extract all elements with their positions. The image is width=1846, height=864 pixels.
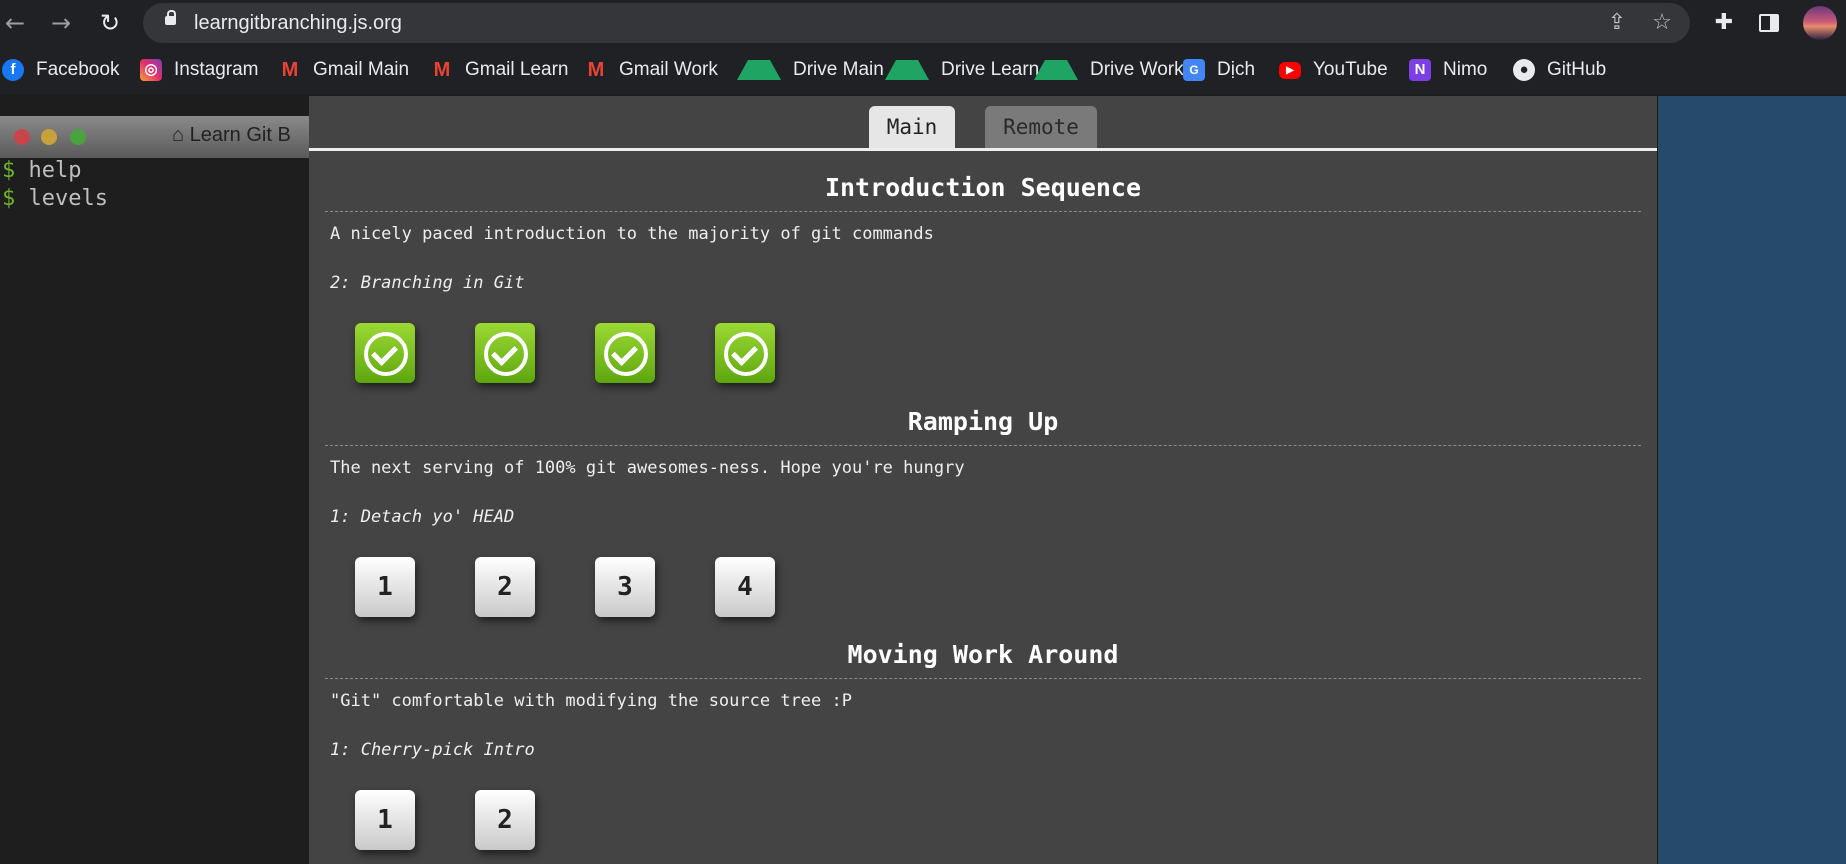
- terminal-titlebar: ⌂ Learn Git B: [0, 116, 320, 158]
- terminal-line: $ help: [2, 158, 81, 183]
- bookmark-dich[interactable]: G Dịch: [1183, 58, 1255, 82]
- minimize-dot-icon[interactable]: [41, 129, 57, 145]
- level-button-completed[interactable]: [715, 323, 775, 383]
- bookmark-nimo[interactable]: N Nimo: [1409, 58, 1487, 82]
- star-icon[interactable]: ☆: [1648, 9, 1676, 37]
- gmail-icon: M: [281, 59, 299, 81]
- gmail-icon: M: [587, 59, 605, 81]
- checkmark-icon: [364, 332, 408, 376]
- bookmark-label: Instagram: [174, 59, 259, 80]
- divider: [325, 211, 1641, 212]
- bookmark-label: Drive Learn: [941, 59, 1040, 80]
- browser-toolbar: ← → ↻ learngitbranching.js.org ⇪ ☆ ✚: [0, 0, 1846, 46]
- current-level-name: 1: Cherry-pick Intro: [330, 740, 535, 760]
- bookmark-label: Gmail Learn: [465, 59, 569, 80]
- page-viewport: ⌂ Learn Git B $ help $ levels Main Remot…: [0, 96, 1846, 864]
- checkmark-icon: [604, 332, 648, 376]
- divider: [325, 445, 1641, 446]
- level-button[interactable]: 1: [355, 790, 415, 850]
- command-text: levels: [28, 186, 108, 211]
- translate-icon: G: [1183, 59, 1205, 81]
- level-button[interactable]: 3: [595, 557, 655, 617]
- bookmark-label: Gmail Main: [313, 59, 410, 80]
- level-select-dialog: Main Remote Introduction Sequence A nice…: [309, 96, 1657, 864]
- nimo-icon: N: [1409, 59, 1431, 81]
- level-button-completed[interactable]: [475, 323, 535, 383]
- facebook-icon: f: [2, 59, 24, 81]
- bookmark-label: Nimo: [1443, 59, 1488, 80]
- maximize-dot-icon[interactable]: [70, 129, 86, 145]
- bookmark-label: YouTube: [1313, 59, 1388, 80]
- terminal-title: ⌂ Learn Git B: [172, 124, 291, 147]
- bookmark-label: GitHub: [1547, 59, 1607, 80]
- level-button-completed[interactable]: [355, 323, 415, 383]
- sequence-description: "Git" comfortable with modifying the sou…: [330, 691, 852, 711]
- sequence-title: Moving Work Around: [847, 640, 1119, 669]
- home-icon: ⌂: [172, 124, 185, 146]
- bookmark-facebook[interactable]: f Facebook: [2, 58, 119, 82]
- terminal-title-text: Learn Git B: [189, 124, 291, 146]
- sequence-title: Ramping Up: [907, 407, 1059, 436]
- bookmark-drive-main[interactable]: Drive Main: [737, 58, 884, 82]
- visualization-background: [1658, 96, 1846, 864]
- current-level-name: 1: Detach yo' HEAD: [330, 507, 515, 527]
- prompt-symbol: $: [2, 186, 16, 211]
- extensions-icon[interactable]: ✚: [1709, 8, 1739, 38]
- tab-divider: [309, 148, 1657, 151]
- level-button[interactable]: 1: [355, 557, 415, 617]
- bookmark-label: Dịch: [1217, 59, 1256, 80]
- sequence-description: The next serving of 100% git awesomes-ne…: [330, 458, 965, 478]
- checkmark-icon: [724, 332, 768, 376]
- reload-icon[interactable]: ↻: [95, 8, 125, 38]
- bookmark-gmail-main[interactable]: M Gmail Main: [279, 58, 409, 82]
- address-bar[interactable]: learngitbranching.js.org ⇪ ☆: [143, 3, 1690, 43]
- tab-main[interactable]: Main: [869, 106, 955, 148]
- forward-arrow-icon[interactable]: →: [46, 8, 76, 38]
- prompt-symbol: $: [2, 158, 16, 183]
- bookmark-youtube[interactable]: ▶ YouTube: [1279, 58, 1388, 82]
- bookmark-gmail-work[interactable]: M Gmail Work: [585, 58, 718, 82]
- level-button[interactable]: 2: [475, 557, 535, 617]
- bookmarks-bar: f Facebook ◎ Instagram M Gmail Main M Gm…: [0, 46, 1846, 94]
- instagram-icon: ◎: [140, 59, 162, 81]
- command-text: help: [28, 158, 82, 183]
- lock-icon: [165, 10, 176, 25]
- checkmark-icon: [484, 332, 528, 376]
- bookmark-drive-work[interactable]: Drive Work: [1034, 58, 1184, 82]
- bookmark-label: Drive Main: [793, 59, 884, 80]
- bookmark-label: Drive Work: [1090, 59, 1184, 80]
- github-icon: ●: [1513, 59, 1535, 81]
- gmail-icon: M: [433, 59, 451, 81]
- tab-remote[interactable]: Remote: [985, 106, 1097, 148]
- youtube-icon: ▶: [1279, 61, 1301, 79]
- drive-icon: [737, 60, 781, 80]
- level-button-completed[interactable]: [595, 323, 655, 383]
- terminal-line: $ levels: [2, 186, 108, 211]
- address-bar-url[interactable]: learngitbranching.js.org: [194, 12, 402, 35]
- current-level-name: 2: Branching in Git: [330, 273, 525, 293]
- terminal-body[interactable]: $ help $ levels: [0, 158, 320, 864]
- sequence-title: Introduction Sequence: [824, 173, 1142, 202]
- share-icon[interactable]: ⇪: [1603, 9, 1631, 37]
- drive-icon: [1034, 60, 1078, 80]
- level-button[interactable]: 4: [715, 557, 775, 617]
- bookmark-instagram[interactable]: ◎ Instagram: [140, 58, 258, 82]
- divider: [325, 678, 1641, 679]
- bookmark-drive-learn[interactable]: Drive Learn: [885, 58, 1039, 82]
- back-arrow-icon[interactable]: ←: [0, 8, 30, 38]
- close-dot-icon[interactable]: [14, 129, 30, 145]
- level-button[interactable]: 2: [475, 790, 535, 850]
- bookmark-gmail-learn[interactable]: M Gmail Learn: [431, 58, 569, 82]
- profile-avatar[interactable]: [1803, 6, 1837, 40]
- bookmark-label: Gmail Work: [619, 59, 718, 80]
- drive-icon: [885, 60, 929, 80]
- bookmark-label: Facebook: [36, 59, 120, 80]
- bookmark-github[interactable]: ● GitHub: [1513, 58, 1606, 82]
- side-panel-icon[interactable]: [1759, 14, 1779, 32]
- sequence-description: A nicely paced introduction to the major…: [330, 224, 934, 244]
